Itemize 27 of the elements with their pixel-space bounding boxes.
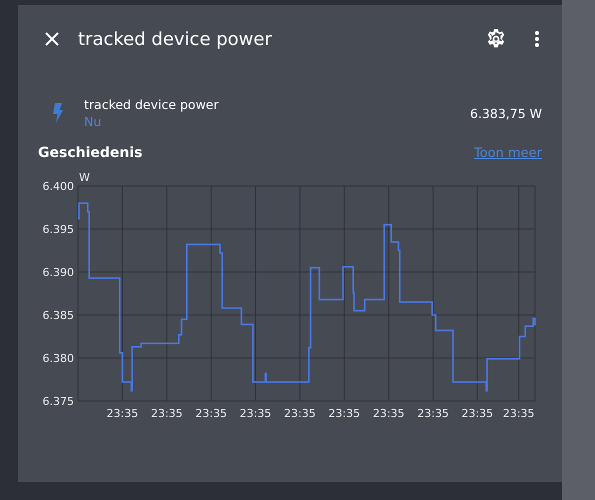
lightning-icon: [52, 103, 64, 123]
more-options-icon: [534, 30, 540, 48]
x-tick-label: 23:35: [106, 407, 138, 420]
x-tick-label: 23:35: [328, 407, 360, 420]
x-tick-label: 23:35: [461, 407, 494, 420]
entity-name: tracked device power: [84, 97, 219, 112]
entity-time: Nu: [84, 114, 102, 129]
x-tick-label: 23:35: [195, 407, 228, 420]
x-tick-label: 23:35: [502, 407, 535, 420]
x-tick-label: 23:35: [240, 407, 272, 420]
x-tick-label: 23:35: [150, 407, 183, 420]
y-tick-label: 6.395: [42, 223, 74, 236]
y-tick-label: 6.390: [42, 266, 74, 279]
y-axis-unit: W: [79, 171, 90, 184]
entity-value: 6.383,75 W: [470, 106, 542, 120]
settings-icon: [486, 29, 506, 49]
history-title: Geschiedenis: [38, 145, 142, 161]
close-icon: [44, 31, 60, 47]
show-more-link[interactable]: Toon meer: [474, 146, 542, 160]
y-tick-label: 6.385: [42, 309, 74, 322]
y-tick-label: 6.400: [42, 180, 74, 193]
y-tick-label: 6.380: [42, 352, 74, 365]
dialog-title: tracked device power: [78, 28, 272, 50]
x-tick-label: 23:35: [417, 407, 449, 420]
y-tick-label: 6.375: [42, 395, 74, 408]
x-tick-label: 23:35: [372, 407, 405, 420]
x-tick-label: 23:35: [284, 407, 316, 420]
